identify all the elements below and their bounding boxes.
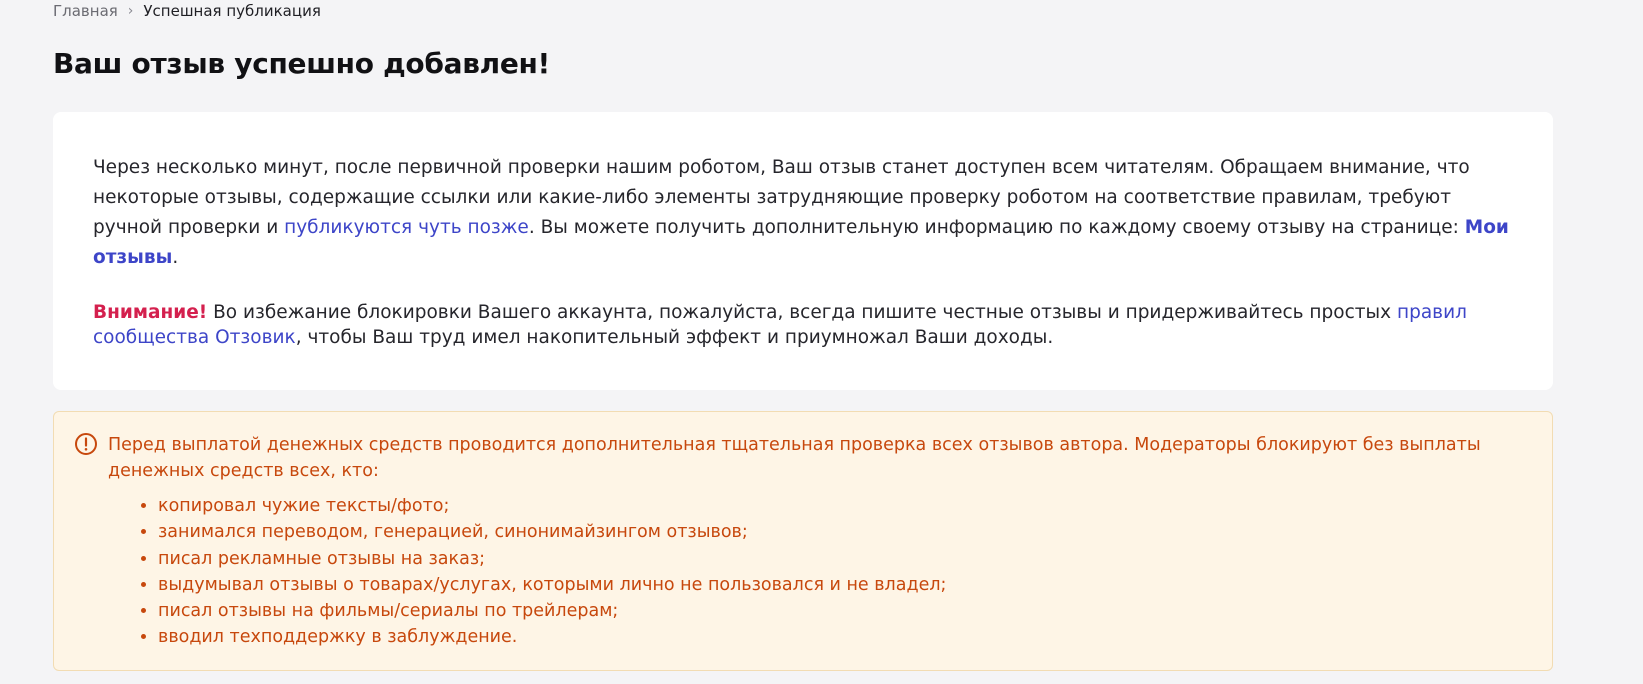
info-card: Через несколько минут, после первичной п…: [53, 112, 1553, 390]
info-paragraph: Через несколько минут, после первичной п…: [93, 153, 1513, 273]
violations-list: копировал чужие тексты/фото; занимался п…: [108, 493, 1518, 651]
breadcrumb-current: Успешная публикация: [143, 2, 321, 20]
info-text-part2: . Вы можете получить дополнительную инфо…: [528, 217, 1465, 238]
alert-text: Перед выплатой денежных средств проводит…: [108, 435, 1481, 481]
warning-text-part1: Во избежание блокировки Вашего аккаунта,…: [207, 302, 1397, 323]
violation-item: писал отзывы на фильмы/сериалы по трейле…: [158, 598, 1518, 624]
page-title: Ваш отзыв успешно добавлен!: [53, 47, 551, 80]
violation-item: вводил техподдержку в заблуждение.: [158, 624, 1518, 650]
published-later-link[interactable]: публикуются чуть позже: [284, 217, 529, 238]
violation-item: копировал чужие тексты/фото;: [158, 493, 1518, 519]
breadcrumb: Главная › Успешная публикация: [53, 1, 321, 21]
violation-item: писал рекламные отзывы на заказ;: [158, 546, 1518, 572]
warning-text-part2: , чтобы Ваш труд имел накопительный эффе…: [295, 327, 1054, 348]
warning-label: Внимание!: [93, 302, 208, 323]
breadcrumb-home-link[interactable]: Главная: [53, 1, 118, 21]
breadcrumb-separator: ›: [127, 3, 134, 19]
payout-alert: Перед выплатой денежных средств проводит…: [53, 411, 1553, 671]
violation-item: выдумывал отзывы о товарах/услугах, кото…: [158, 572, 1518, 598]
alert-content: Перед выплатой денежных средств проводит…: [108, 432, 1518, 651]
warning-paragraph: Внимание! Во избежание блокировки Вашего…: [93, 300, 1513, 350]
exclamation-circle-icon: [74, 432, 98, 456]
violation-item: занимался переводом, генерацией, синоним…: [158, 519, 1518, 545]
info-text-end: .: [172, 247, 179, 268]
